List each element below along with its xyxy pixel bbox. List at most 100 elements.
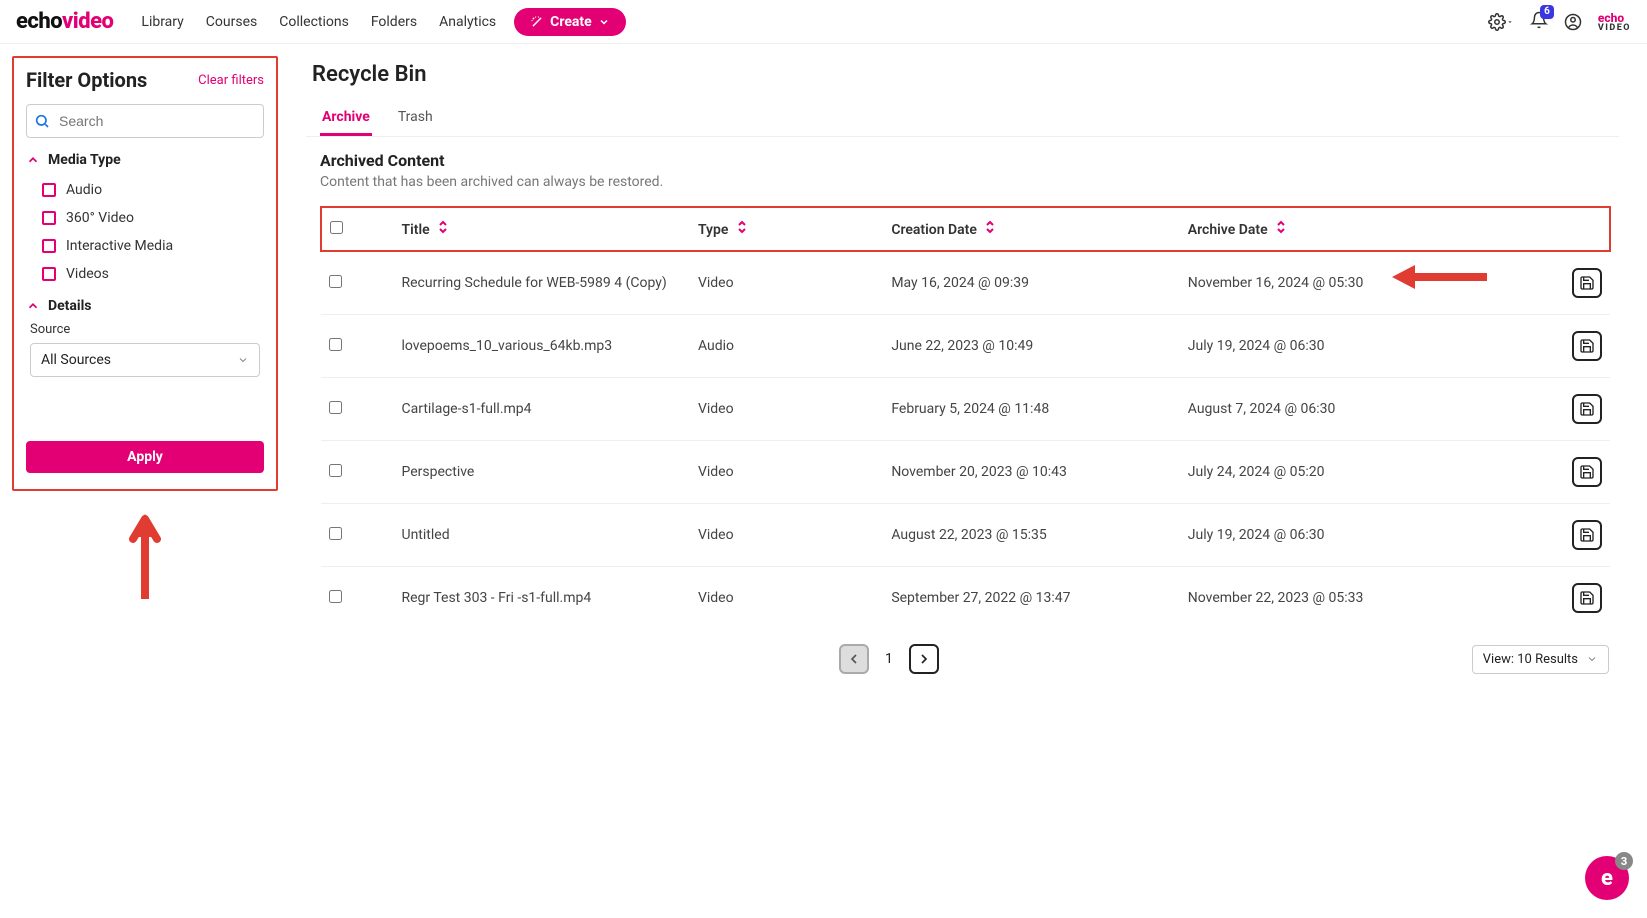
filter-search-input[interactable]: [26, 104, 264, 138]
details-label: Details: [48, 298, 92, 314]
source-value: All Sources: [41, 352, 111, 368]
row-checkbox[interactable]: [329, 275, 342, 288]
row-title[interactable]: Regr Test 303 - Fri -s1-full.mp4: [394, 567, 690, 627]
table-scroll[interactable]: Title Type Creation Date Archive Da: [320, 206, 1615, 626]
media-type-label: Media Type: [48, 152, 121, 168]
filter-highlight-box: Filter Options Clear filters Media Type …: [12, 56, 278, 491]
sort-icon: [984, 220, 996, 234]
fab-badge: 3: [1615, 852, 1633, 870]
fab-letter: e: [1601, 866, 1613, 891]
annotation-arrow-up: [12, 509, 278, 599]
sort-icon: [736, 220, 748, 234]
details-toggle[interactable]: Details: [26, 298, 264, 314]
row-title[interactable]: lovepoems_10_various_64kb.mp3: [394, 315, 690, 378]
nav-folders[interactable]: Folders: [371, 14, 417, 30]
row-type: Video: [690, 504, 883, 567]
next-page-button[interactable]: [909, 644, 939, 674]
sort-icon: [437, 220, 449, 234]
apply-button[interactable]: Apply: [26, 441, 264, 473]
gear-icon[interactable]: [1488, 13, 1514, 31]
row-checkbox[interactable]: [329, 590, 342, 603]
row-title[interactable]: Recurring Schedule for WEB-5989 4 (Copy): [394, 251, 690, 315]
nav-library[interactable]: Library: [141, 14, 183, 30]
filter-360-video[interactable]: 360° Video: [26, 204, 264, 232]
col-type[interactable]: Type: [690, 207, 883, 251]
table-row: lovepoems_10_various_64kb.mp3 Audio June…: [321, 315, 1610, 378]
nav-courses[interactable]: Courses: [206, 14, 257, 30]
results-per-page-select[interactable]: View: 10 Results: [1472, 645, 1609, 674]
row-checkbox[interactable]: [329, 527, 342, 540]
restore-button[interactable]: [1572, 268, 1602, 298]
section-description: Content that has been archived can alway…: [320, 174, 1619, 190]
prev-page-button[interactable]: [839, 644, 869, 674]
row-checkbox[interactable]: [329, 464, 342, 477]
page-title: Recycle Bin: [312, 62, 1619, 87]
restore-button[interactable]: [1572, 583, 1602, 613]
pagination: 1: [306, 644, 1472, 674]
filter-interactive-media[interactable]: Interactive Media: [26, 232, 264, 260]
table-row: Untitled Video August 22, 2023 @ 15:35 J…: [321, 504, 1610, 567]
row-archived: November 22, 2023 @ 05:33: [1180, 567, 1489, 627]
table-row: Cartilage-s1-full.mp4 Video February 5, …: [321, 378, 1610, 441]
checkbox-icon: [42, 183, 56, 197]
archived-table: Title Type Creation Date Archive Da: [320, 206, 1611, 626]
select-all-checkbox[interactable]: [330, 221, 343, 234]
restore-button[interactable]: [1572, 331, 1602, 361]
row-created: November 20, 2023 @ 10:43: [883, 441, 1179, 504]
topnav-right: 6 echo VIDEO: [1488, 11, 1631, 33]
nav-analytics[interactable]: Analytics: [439, 14, 496, 30]
main-content: Recycle Bin Archive Trash Archived Conte…: [290, 44, 1647, 690]
checkbox-icon: [42, 211, 56, 225]
row-type: Audio: [690, 315, 883, 378]
row-type: Video: [690, 251, 883, 315]
media-type-toggle[interactable]: Media Type: [26, 152, 264, 168]
restore-button[interactable]: [1572, 457, 1602, 487]
col-archive-date[interactable]: Archive Date: [1180, 207, 1489, 251]
row-created: August 22, 2023 @ 15:35: [883, 504, 1179, 567]
tab-trash[interactable]: Trash: [396, 101, 435, 136]
col-creation-date[interactable]: Creation Date: [883, 207, 1179, 251]
checkbox-icon: [42, 239, 56, 253]
restore-button[interactable]: [1572, 394, 1602, 424]
row-title[interactable]: Untitled: [394, 504, 690, 567]
search-icon: [34, 113, 50, 129]
tab-archive[interactable]: Archive: [320, 101, 372, 136]
row-archived: November 16, 2024 @ 05:30: [1180, 251, 1489, 315]
row-created: September 27, 2022 @ 13:47: [883, 567, 1179, 627]
restore-button[interactable]: [1572, 520, 1602, 550]
filter-sidebar: Filter Options Clear filters Media Type …: [0, 44, 290, 690]
wand-icon: [530, 15, 544, 29]
top-nav: echovideo Library Courses Collections Fo…: [0, 0, 1647, 44]
source-label: Source: [30, 322, 264, 337]
brand-logo[interactable]: echovideo: [16, 9, 113, 34]
chevron-up-icon: [26, 153, 40, 167]
row-archived: July 19, 2024 @ 06:30: [1180, 504, 1489, 567]
chevron-down-icon: [598, 16, 610, 28]
clear-filters-link[interactable]: Clear filters: [198, 73, 264, 88]
user-icon[interactable]: [1564, 13, 1582, 31]
row-title[interactable]: Cartilage-s1-full.mp4: [394, 378, 690, 441]
create-button[interactable]: Create: [514, 8, 626, 36]
table-row: Recurring Schedule for WEB-5989 4 (Copy)…: [321, 251, 1610, 315]
filter-audio[interactable]: Audio: [26, 176, 264, 204]
nav-links: Library Courses Collections Folders Anal…: [141, 14, 496, 30]
source-select[interactable]: All Sources: [30, 343, 260, 377]
notif-badge: 6: [1540, 5, 1554, 19]
brand-part1: echo: [16, 9, 62, 34]
table-row: Perspective Video November 20, 2023 @ 10…: [321, 441, 1610, 504]
row-type: Video: [690, 378, 883, 441]
notifications-button[interactable]: 6: [1530, 11, 1548, 33]
row-title[interactable]: Perspective: [394, 441, 690, 504]
row-archived: July 24, 2024 @ 05:20: [1180, 441, 1489, 504]
filter-videos[interactable]: Videos: [26, 260, 264, 288]
col-title[interactable]: Title: [394, 207, 690, 251]
row-checkbox[interactable]: [329, 338, 342, 351]
chevron-up-icon: [26, 299, 40, 313]
page-number: 1: [885, 651, 893, 667]
brand-mini[interactable]: echo VIDEO: [1598, 11, 1631, 33]
tabs: Archive Trash: [306, 101, 1619, 137]
help-fab[interactable]: e 3: [1585, 856, 1629, 900]
row-created: February 5, 2024 @ 11:48: [883, 378, 1179, 441]
row-checkbox[interactable]: [329, 401, 342, 414]
nav-collections[interactable]: Collections: [279, 14, 349, 30]
